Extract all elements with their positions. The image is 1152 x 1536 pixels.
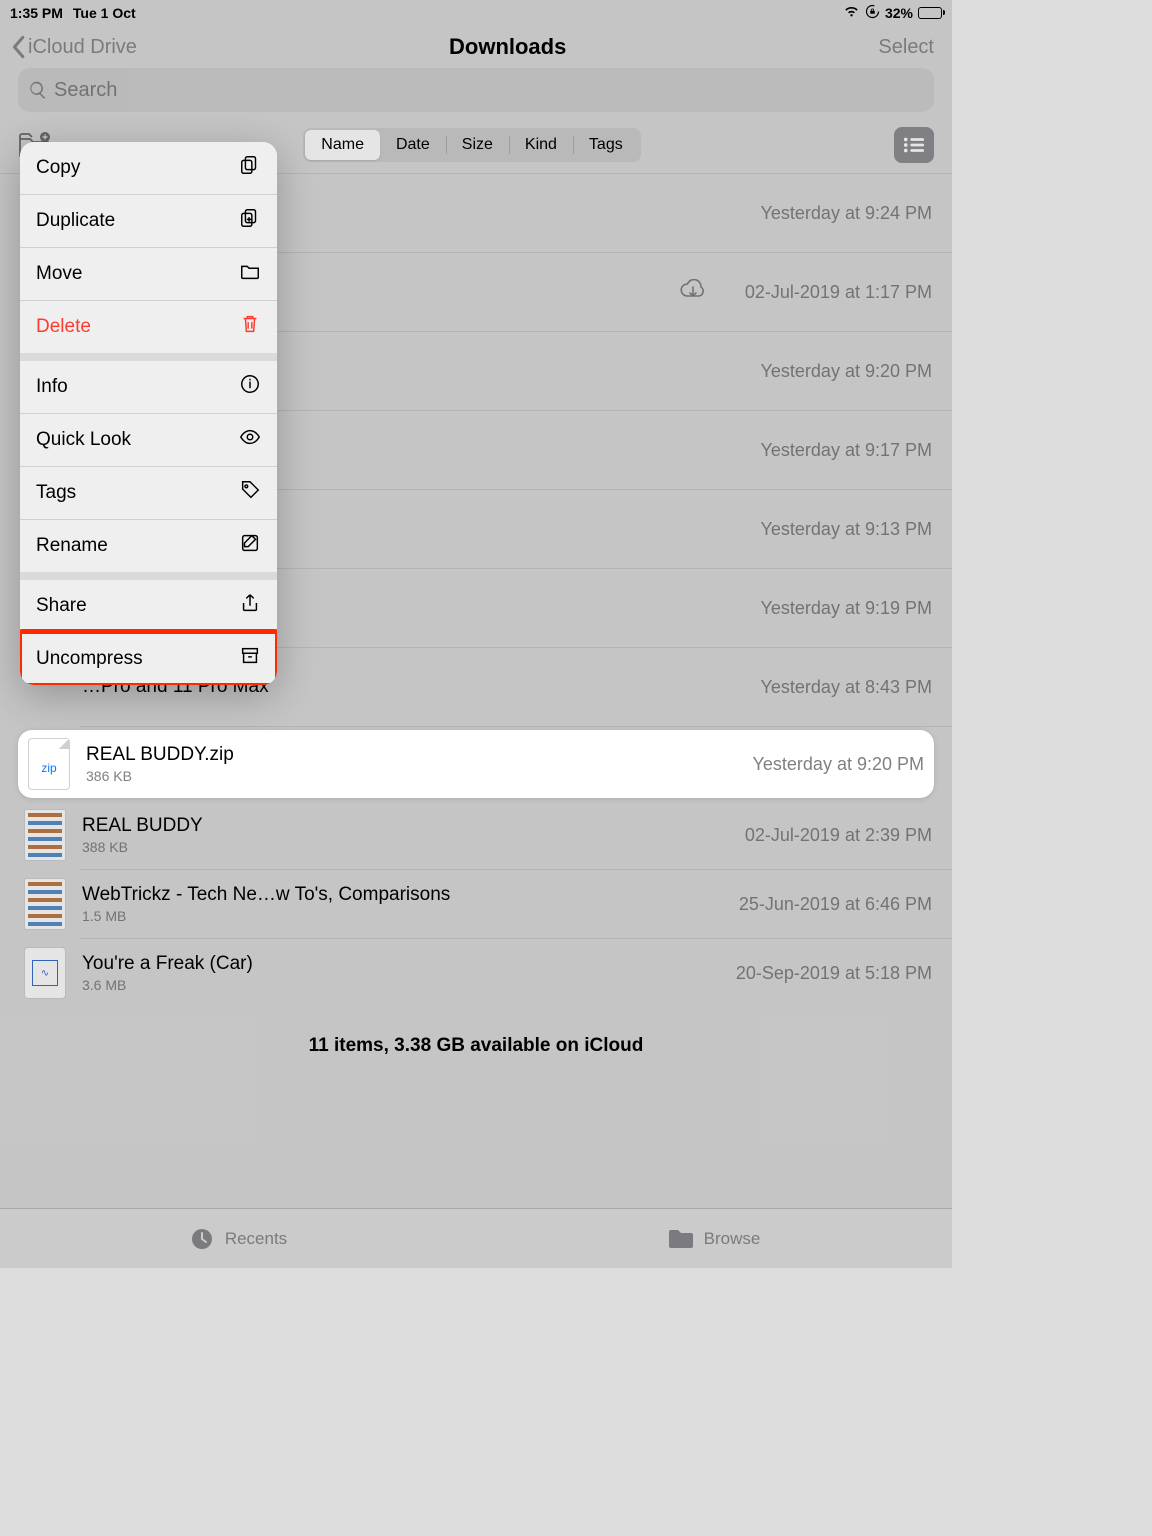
folder-icon: [668, 1227, 694, 1251]
sort-date[interactable]: Date: [380, 130, 446, 160]
sort-segmented: NameDateSizeKindTags: [303, 128, 640, 162]
tab-recents[interactable]: Recents: [0, 1209, 476, 1268]
sort-name[interactable]: Name: [305, 130, 380, 160]
battery-icon: [918, 7, 942, 19]
select-button[interactable]: Select: [878, 36, 934, 59]
status-bar: 1:35 PM Tue 1 Oct 32%: [0, 0, 952, 24]
menu-move[interactable]: Move: [20, 247, 277, 300]
file-date: 02-Jul-2019 at 2:39 PM: [745, 825, 932, 846]
file-row[interactable]: WebTrickz - Tech Ne…w To's, Comparisons 1…: [0, 870, 952, 938]
menu-info[interactable]: Info: [20, 361, 277, 413]
battery-percent: 32%: [885, 5, 913, 21]
search-field[interactable]: [18, 68, 934, 112]
tab-browse[interactable]: Browse: [476, 1209, 952, 1268]
sort-tags[interactable]: Tags: [573, 130, 639, 160]
nav-bar: iCloud Drive Downloads Select: [0, 24, 952, 68]
file-date: Yesterday at 9:20 PM: [753, 754, 924, 775]
menu-label: Delete: [36, 316, 91, 338]
tab-recents-label: Recents: [225, 1229, 287, 1249]
file-name: You're a Freak (Car): [82, 953, 724, 975]
menu-duplicate[interactable]: Duplicate: [20, 194, 277, 247]
file-date: 25-Jun-2019 at 6:46 PM: [739, 894, 932, 915]
back-button[interactable]: iCloud Drive: [10, 35, 137, 59]
share-icon: [239, 592, 261, 620]
tag-icon: [239, 479, 261, 507]
page-title: Downloads: [449, 34, 566, 60]
file-row[interactable]: ∿ You're a Freak (Car) 3.6 MB 20-Sep-2019 a…: [0, 939, 952, 1007]
search-input[interactable]: [54, 79, 924, 102]
menu-label: Tags: [36, 482, 76, 504]
sort-size[interactable]: Size: [446, 130, 509, 160]
search-icon: [28, 80, 48, 100]
file-date: Yesterday at 9:20 PM: [761, 361, 932, 382]
file-name: REAL BUDDY: [82, 815, 733, 837]
menu-label: Rename: [36, 535, 108, 557]
menu-copy[interactable]: Copy: [20, 142, 277, 194]
file-thumb: ∿: [24, 947, 66, 999]
duplicate-icon: [239, 207, 261, 235]
trash-icon: [239, 313, 261, 341]
clock-icon: [189, 1227, 215, 1251]
file-name: WebTrickz - Tech Ne…w To's, Comparisons: [82, 884, 727, 906]
menu-rename[interactable]: Rename: [20, 519, 277, 572]
menu-label: Uncompress: [36, 648, 143, 670]
status-time: 1:35 PM: [10, 5, 63, 21]
file-thumb: [24, 809, 66, 861]
file-date: Yesterday at 9:17 PM: [761, 440, 932, 461]
chevron-left-icon: [10, 35, 26, 59]
eye-icon: [239, 426, 261, 454]
file-date: Yesterday at 9:19 PM: [761, 598, 932, 619]
view-list-button[interactable]: [894, 127, 934, 163]
menu-label: Copy: [36, 157, 80, 179]
file-thumb: [24, 878, 66, 930]
tab-bar: Recents Browse: [0, 1208, 952, 1268]
wifi-icon: [843, 5, 860, 22]
back-label: iCloud Drive: [28, 36, 137, 59]
menu-label: Quick Look: [36, 429, 131, 451]
file-row[interactable]: zip REAL BUDDY.zip 386 KB Yesterday at 9:20…: [18, 730, 934, 798]
copy-icon: [239, 154, 261, 182]
menu-label: Duplicate: [36, 210, 115, 232]
file-size: 386 KB: [86, 768, 741, 784]
file-date: Yesterday at 9:24 PM: [761, 203, 932, 224]
orientation-lock-icon: [865, 4, 880, 22]
sort-kind[interactable]: Kind: [509, 130, 573, 160]
file-date: Yesterday at 8:43 PM: [761, 677, 932, 698]
menu-label: Info: [36, 376, 68, 398]
status-date: Tue 1 Oct: [73, 5, 136, 21]
file-date: 02-Jul-2019 at 1:17 PM: [745, 282, 932, 303]
file-thumb: zip: [28, 738, 70, 790]
menu-uncompress[interactable]: Uncompress: [20, 632, 277, 685]
file-row[interactable]: REAL BUDDY 388 KB 02-Jul-2019 at 2:39 PM: [0, 801, 952, 869]
file-size: 388 KB: [82, 839, 733, 855]
file-size: 3.6 MB: [82, 977, 724, 993]
file-date: 20-Sep-2019 at 5:18 PM: [736, 963, 932, 984]
file-date: Yesterday at 9:13 PM: [761, 519, 932, 540]
menu-label: Move: [36, 263, 82, 285]
file-name: REAL BUDDY.zip: [86, 744, 741, 766]
tab-browse-label: Browse: [704, 1229, 761, 1249]
archive-icon: [239, 645, 261, 673]
folder-icon: [239, 260, 261, 288]
context-menu: Copy Duplicate Move Delete Info Quick Look Tag…: [20, 142, 277, 685]
footer-summary: 11 items, 3.38 GB available on iCloud: [0, 1007, 952, 1079]
file-size: 1.5 MB: [82, 908, 727, 924]
info-icon: [239, 373, 261, 401]
menu-share[interactable]: Share: [20, 580, 277, 632]
cloud-download-icon[interactable]: [679, 279, 707, 306]
menu-tags[interactable]: Tags: [20, 466, 277, 519]
menu-label: Share: [36, 595, 87, 617]
menu-quick-look[interactable]: Quick Look: [20, 413, 277, 466]
menu-delete[interactable]: Delete: [20, 300, 277, 353]
rename-icon: [239, 532, 261, 560]
